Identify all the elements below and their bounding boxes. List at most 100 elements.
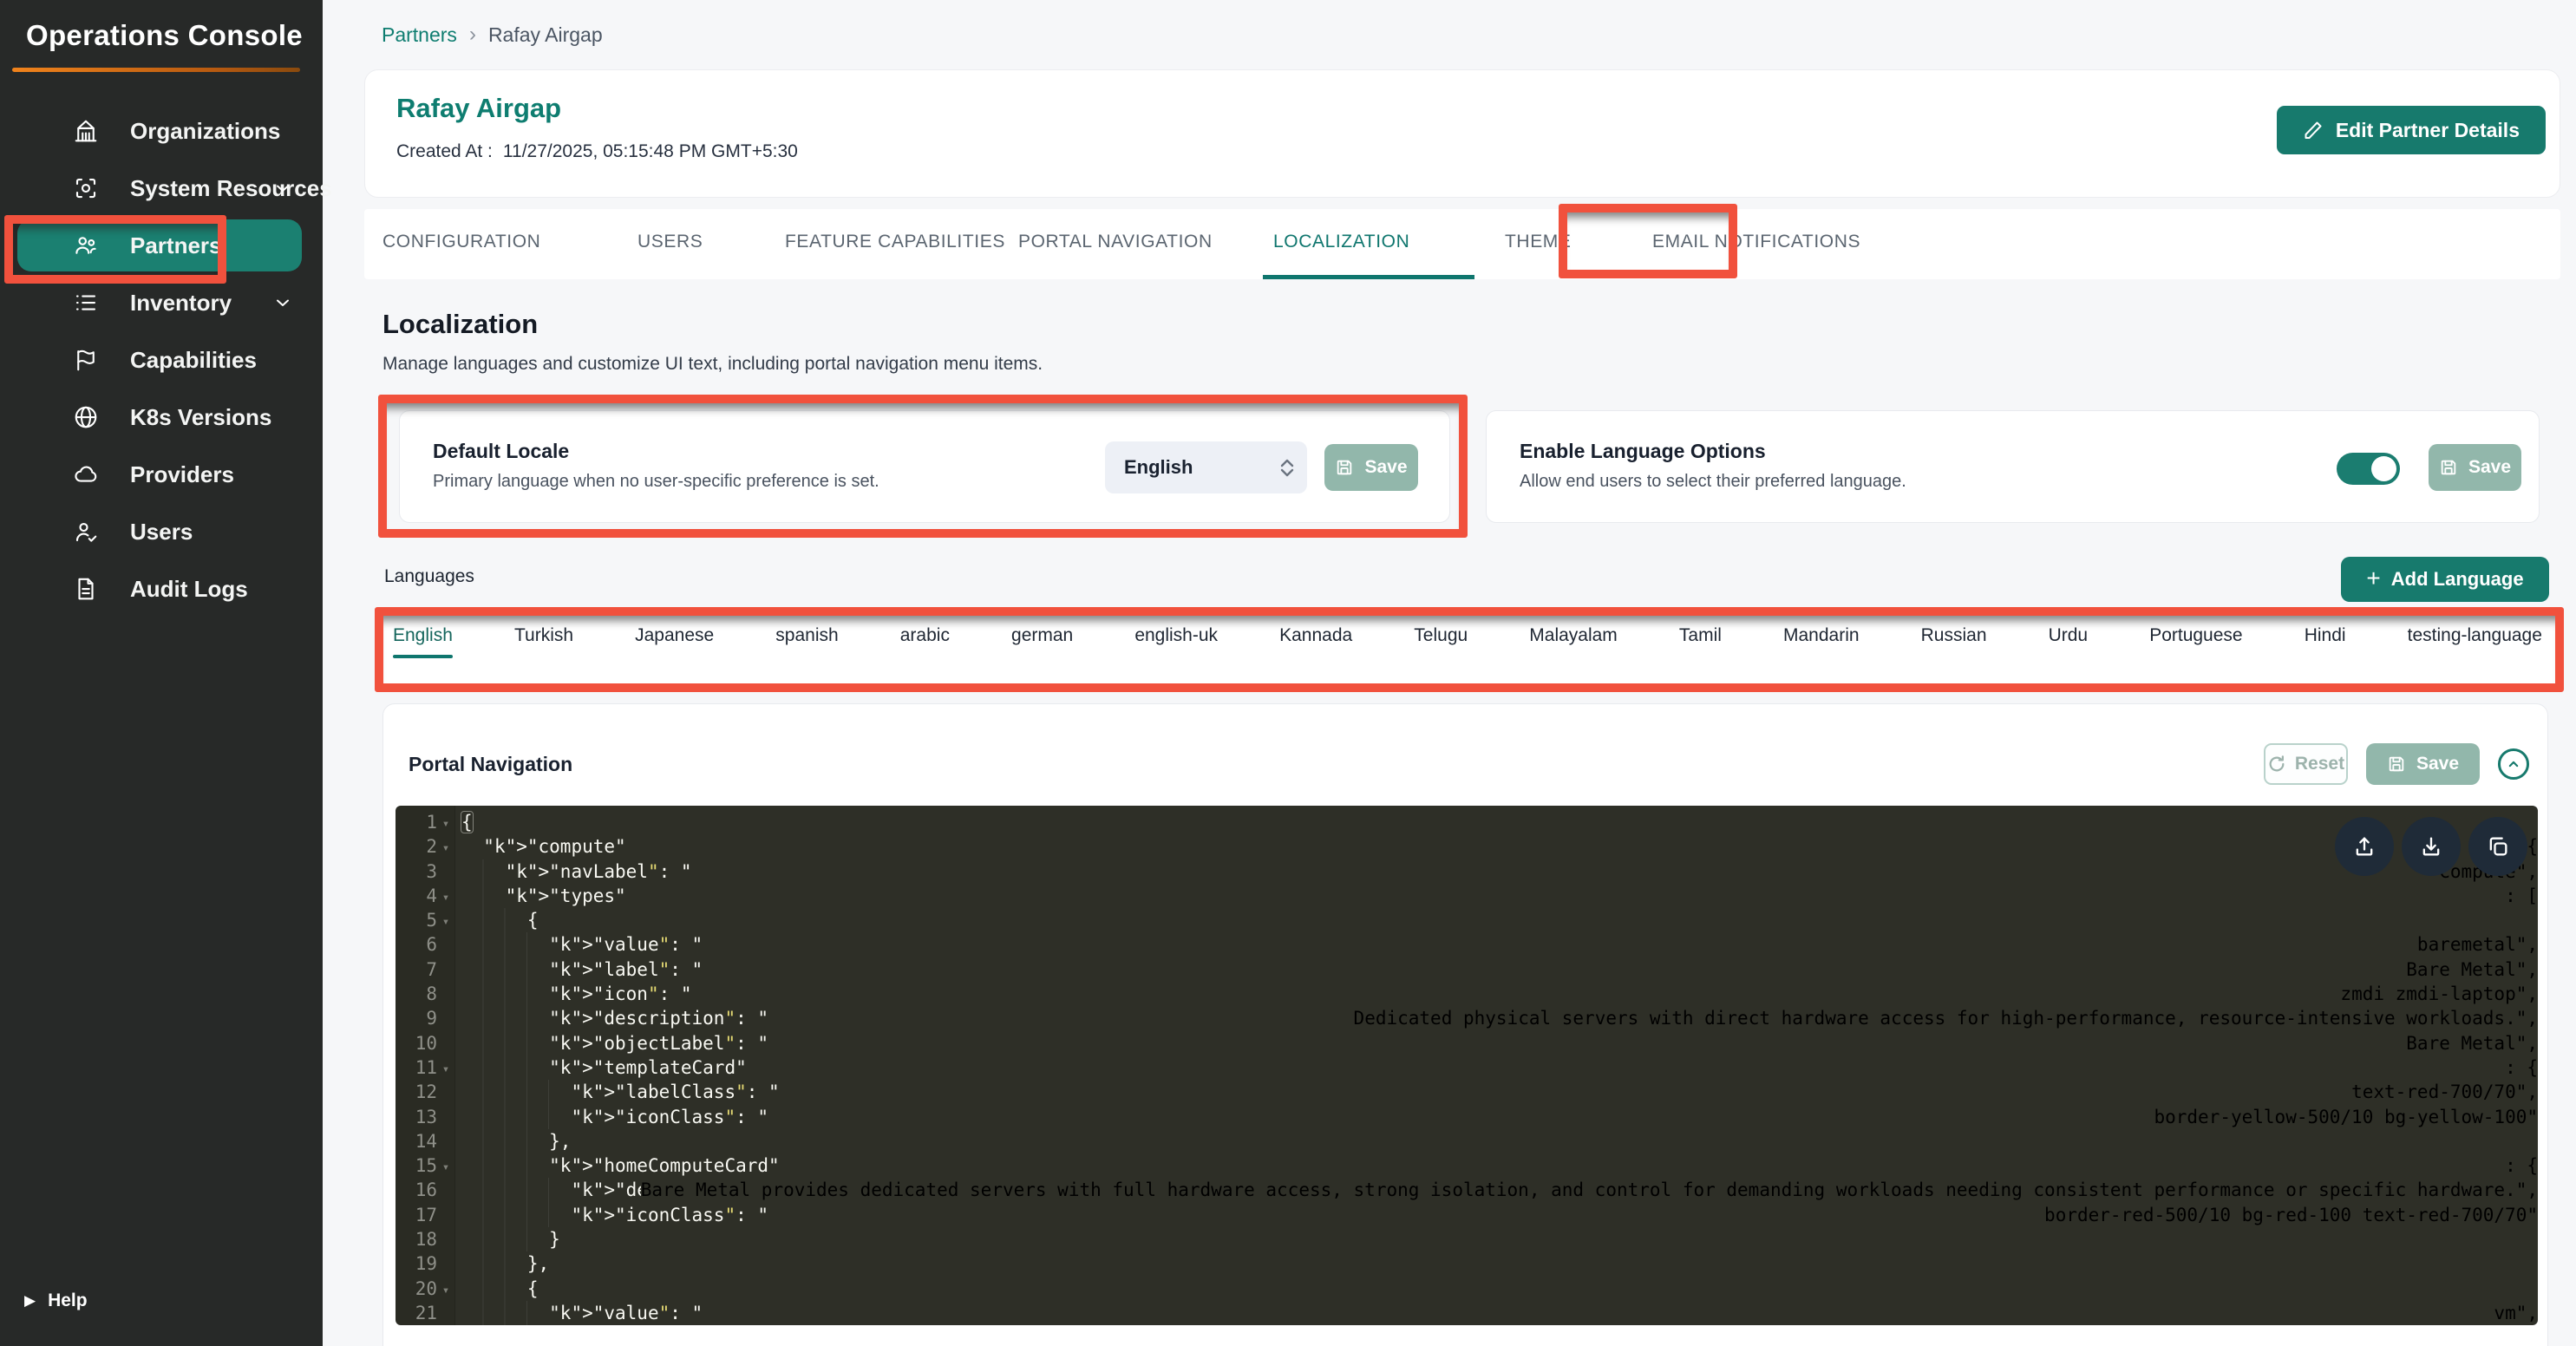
line-number: 2▾: [396, 834, 454, 859]
sidebar-item-inventory[interactable]: Inventory: [0, 274, 323, 331]
help-button[interactable]: ▶ Help: [24, 1290, 88, 1311]
language-tab-tamil[interactable]: Tamil: [1679, 615, 1722, 684]
language-tab-mandarin[interactable]: Mandarin: [1783, 615, 1860, 684]
code-line: 20▾ {: [396, 1277, 2538, 1301]
default-locale-label: Default Locale: [433, 440, 569, 463]
sidebar-item-system-resources[interactable]: System Resources: [0, 160, 323, 217]
code-line: 6 "k">"value": "baremetal",: [396, 932, 2538, 957]
download-icon: [2419, 834, 2443, 859]
main-content: Partners › Rafay Airgap Rafay Airgap Cre…: [323, 0, 2576, 1346]
fold-arrow-icon[interactable]: ▾: [437, 910, 454, 934]
language-tab-turkish[interactable]: Turkish: [514, 615, 573, 684]
code-line: 16 "k">"description": "Bare Metal provid…: [396, 1178, 2538, 1202]
sidebar-item-label: Capabilities: [130, 347, 257, 374]
copy-json-button[interactable]: [2468, 817, 2527, 876]
language-tab-kannada[interactable]: Kannada: [1279, 615, 1352, 684]
copy-icon: [2486, 834, 2510, 859]
portal-navigation-save-button[interactable]: Save: [2366, 743, 2480, 785]
language-tab-malayalam[interactable]: Malayalam: [1529, 615, 1618, 684]
upload-json-button[interactable]: [2335, 817, 2394, 876]
sidebar-item-users[interactable]: Users: [0, 503, 323, 560]
language-tab-label: Turkish: [514, 625, 573, 646]
sidebar-item-providers[interactable]: Providers: [0, 446, 323, 503]
language-tab-english-uk[interactable]: english-uk: [1134, 615, 1218, 684]
language-tab-spanish[interactable]: spanish: [775, 615, 838, 684]
partners-icon: [73, 232, 99, 258]
tab-feature-capabilities[interactable]: FEATURE CAPABILITIES: [785, 232, 1005, 252]
sidebar-item-label: Partners: [130, 232, 222, 259]
fold-arrow-icon[interactable]: ▾: [437, 1057, 454, 1081]
code-line: 12 "k">"labelClass": "text-red-700/70",: [396, 1080, 2538, 1104]
language-tab-arabic[interactable]: arabic: [900, 615, 950, 684]
collapse-section-button[interactable]: [2498, 748, 2529, 780]
language-tab-english[interactable]: English: [393, 615, 453, 684]
language-tab-russian[interactable]: Russian: [1921, 615, 1987, 684]
language-tab-hindi[interactable]: Hindi: [2305, 615, 2346, 684]
tab-configuration[interactable]: CONFIGURATION: [382, 232, 540, 252]
fold-arrow-icon[interactable]: ▾: [437, 836, 454, 860]
breadcrumb-partners-link[interactable]: Partners: [382, 23, 457, 47]
plus-icon: +: [2366, 565, 2380, 592]
language-tab-active-bar: [775, 655, 838, 658]
line-number: 5▾: [396, 908, 454, 932]
language-tab-telugu[interactable]: Telugu: [1414, 615, 1468, 684]
portal-navigation-card: Portal Navigation Reset Save: [382, 703, 2548, 1346]
code-line: 18 }: [396, 1227, 2538, 1251]
line-number: 13: [396, 1105, 454, 1129]
language-tab-label: Tamil: [1679, 625, 1722, 646]
edit-partner-details-button[interactable]: Edit Partner Details: [2277, 106, 2546, 154]
code-lines: 1▾{2▾ "k">"compute": {3 "k">"navLabel": …: [396, 806, 2538, 1325]
language-tab-active-bar: [1679, 655, 1722, 658]
language-tab-label: Urdu: [2049, 625, 2089, 646]
sidebar-item-partners[interactable]: Partners: [0, 217, 323, 274]
language-tab-testing-language[interactable]: testing-language: [2408, 615, 2542, 684]
language-tab-urdu[interactable]: Urdu: [2049, 615, 2089, 684]
download-json-button[interactable]: [2402, 817, 2461, 876]
language-tab-label: Russian: [1921, 625, 1987, 646]
sidebar-item-audit-logs[interactable]: Audit Logs: [0, 560, 323, 617]
code-line: 10 "k">"objectLabel": "Bare Metal",: [396, 1031, 2538, 1055]
sidebar-item-organizations[interactable]: Organizations: [0, 102, 323, 160]
code-line: 3 "k">"navLabel": "Compute",: [396, 859, 2538, 884]
language-tab-japanese[interactable]: Japanese: [635, 615, 714, 684]
language-options-description: Allow end users to select their preferre…: [1520, 472, 1906, 492]
line-number: 17: [396, 1203, 454, 1227]
code-line: 15▾ "k">"homeComputeCard": {: [396, 1153, 2538, 1178]
default-locale-save-button[interactable]: Save: [1324, 444, 1418, 491]
code-line: 8 "k">"icon": "zmdi zmdi-laptop",: [396, 982, 2538, 1006]
tab-email-notifications[interactable]: EMAIL NOTIFICATIONS: [1652, 232, 1860, 252]
language-tab-german[interactable]: german: [1011, 615, 1073, 684]
tab-localization[interactable]: LOCALIZATION: [1273, 232, 1409, 252]
select-chevrons-icon: [1279, 459, 1295, 477]
fold-arrow-icon[interactable]: ▾: [437, 1278, 454, 1303]
json-code-editor[interactable]: 1▾{2▾ "k">"compute": {3 "k">"navLabel": …: [396, 806, 2538, 1325]
sidebar-item-capabilities[interactable]: Capabilities: [0, 331, 323, 389]
fold-arrow-icon[interactable]: ▾: [437, 812, 454, 836]
breadcrumb-current: Rafay Airgap: [488, 23, 603, 47]
fold-arrow-icon[interactable]: ▾: [437, 885, 454, 910]
language-options-save-button[interactable]: Save: [2429, 444, 2521, 491]
code-line: 4▾ "k">"types": [: [396, 884, 2538, 908]
sidebar-item-k8s-versions[interactable]: K8s Versions: [0, 389, 323, 446]
save-icon: [1335, 458, 1354, 477]
capabilities-icon: [73, 347, 99, 373]
portal-navigation-reset-button[interactable]: Reset: [2264, 743, 2348, 785]
fold-arrow-icon[interactable]: ▾: [437, 1155, 454, 1179]
language-tab-portuguese[interactable]: Portuguese: [2149, 615, 2242, 684]
add-language-button[interactable]: + Add Language: [2341, 557, 2549, 602]
language-options-card: Enable Language Options Allow end users …: [1486, 410, 2540, 523]
partner-header-card: Rafay Airgap Created At : 11/27/2025, 05…: [364, 69, 2560, 198]
page-title: Rafay Airgap: [396, 93, 561, 124]
tab-portal-navigation[interactable]: PORTAL NAVIGATION: [1018, 232, 1213, 252]
language-options-toggle[interactable]: [2337, 453, 2400, 485]
tab-theme[interactable]: THEME: [1505, 232, 1572, 252]
system-resources-icon: [73, 175, 99, 201]
language-tab-label: spanish: [775, 625, 838, 646]
line-number: 21: [396, 1301, 454, 1325]
default-locale-select[interactable]: English: [1105, 441, 1307, 493]
tab-users[interactable]: USERS: [637, 232, 703, 252]
languages-section-label: Languages: [384, 566, 474, 587]
code-line: 21 "k">"value": "vm",: [396, 1301, 2538, 1325]
code-line: 9 "k">"description": "Dedicated physical…: [396, 1006, 2538, 1030]
reset-refresh-icon: [2267, 755, 2286, 774]
